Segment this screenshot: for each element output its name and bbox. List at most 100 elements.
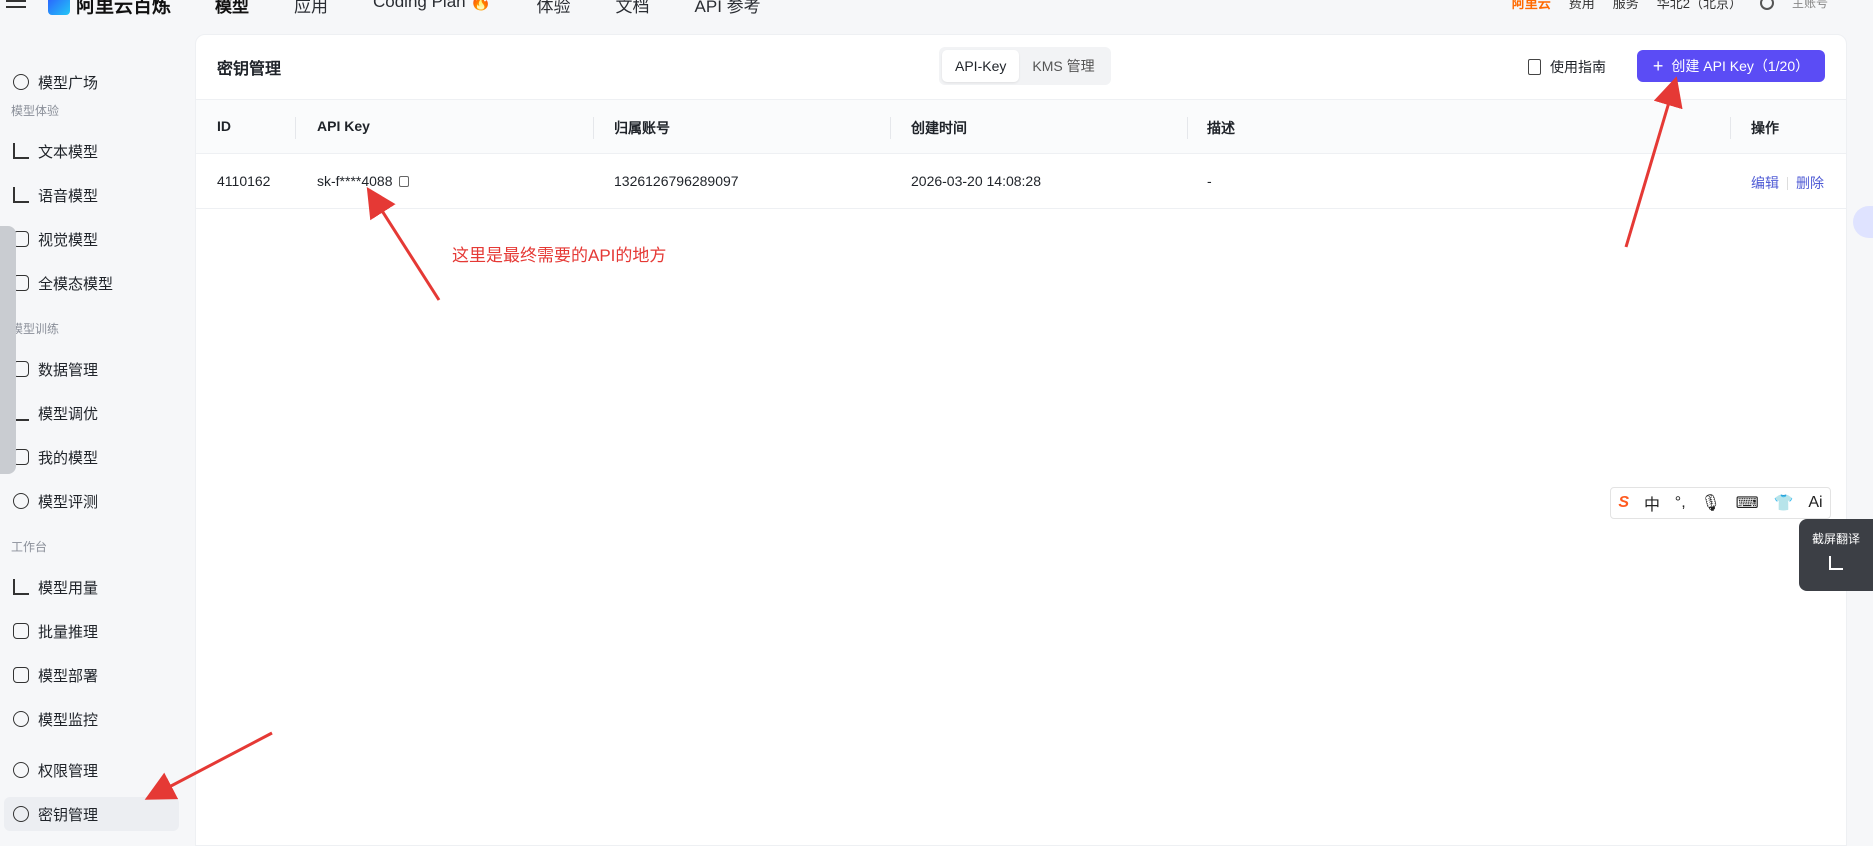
gear-icon[interactable] [1759, 0, 1774, 10]
screenshot-translate-label: 截屏翻译 [1811, 532, 1860, 546]
create-api-key-label: 创建 API Key（1/20） [1671, 58, 1810, 74]
sidebar-item-label: 全模态模型 [38, 275, 114, 293]
sidebar-item-omni-model[interactable]: 全模态模型 [4, 266, 179, 300]
tab-switcher: API-Key KMS 管理 [939, 47, 1111, 85]
key-icon [13, 806, 29, 822]
sidebar-item-deploy[interactable]: 模型部署 [4, 658, 179, 692]
menu-icon[interactable] [6, 0, 26, 8]
sidebar-item-label: 批量推理 [38, 623, 99, 641]
screenshot-translate-widget[interactable]: 截屏翻译 [1799, 519, 1873, 591]
copy-icon[interactable] [398, 176, 409, 187]
sidebar-item-data-management[interactable]: 数据管理 [4, 352, 179, 386]
text-icon [13, 143, 29, 159]
sidebar-item-label: 模型部署 [38, 667, 99, 685]
sidebar-item-label: 视觉模型 [38, 231, 99, 249]
sidebar-item-text-model[interactable]: 文本模型 [4, 134, 179, 168]
main-header: 密钥管理 API-Key KMS 管理 使用指南 + 创建 API Key（1/… [196, 35, 1846, 99]
bar-chart-icon [13, 579, 29, 595]
microphone-icon[interactable]: 🎙 [1700, 493, 1720, 513]
sidebar-item-monitor[interactable]: 模型监控 [4, 702, 179, 736]
document-icon [1528, 59, 1541, 75]
topnav-api-ref[interactable]: API 参考 [695, 0, 761, 17]
keyboard-icon[interactable]: ⌨ [1736, 493, 1759, 513]
sidebar-group-experience: 模型体验 [11, 104, 60, 118]
waveform-icon [13, 187, 29, 203]
col-divider [1187, 117, 1188, 139]
sidebar-item-label: 我的模型 [38, 449, 99, 467]
sidebar-item-label: 文本模型 [38, 143, 99, 161]
sidebar-item-label: 模型评测 [38, 493, 99, 511]
sidebar-item-label: 模型广场 [38, 74, 99, 92]
sidebar-item-evaluation[interactable]: 模型评测 [4, 484, 179, 518]
api-key-value: sk-f****4088 [317, 173, 393, 189]
sidebar-item-usage[interactable]: 模型用量 [4, 570, 179, 604]
col-account: 归属账号 [614, 120, 670, 136]
col-api-key: API Key [317, 118, 370, 134]
braces-icon [13, 623, 29, 639]
cell-id: 4110162 [217, 173, 271, 189]
aliyun-link[interactable]: 阿里云 [1512, 0, 1551, 12]
action-divider [1787, 177, 1788, 190]
sidebar-item-label: 模型用量 [38, 579, 99, 597]
fees-link[interactable]: 费用 [1569, 0, 1595, 12]
sidebar-item-fine-tune[interactable]: 模型调优 [4, 396, 179, 430]
sidebar-item-model-square[interactable]: 模型广场 [4, 65, 179, 99]
sidebar-item-label: 密钥管理 [38, 806, 99, 824]
sogou-logo-icon[interactable]: S [1618, 494, 1629, 512]
plus-icon: + [1652, 56, 1664, 76]
col-divider [1730, 117, 1731, 139]
sidebar: 模型广场 模型体验 文本模型 语音模型 视觉模型 全模态模型 模型训练 数据管理… [0, 28, 195, 846]
region-selector[interactable]: 华北2（北京） [1657, 0, 1742, 12]
col-divider [593, 117, 594, 139]
compass-icon [13, 493, 29, 509]
sidebar-item-label: 模型监控 [38, 711, 99, 729]
col-actions: 操作 [1751, 120, 1779, 136]
topnav-model[interactable]: 模型 [215, 0, 249, 17]
right-edge-widget[interactable] [1853, 206, 1873, 238]
sidebar-item-speech-model[interactable]: 语音模型 [4, 178, 179, 212]
page-title: 密钥管理 [217, 61, 282, 78]
sidebar-group-workbench: 工作台 [11, 540, 48, 554]
service-link[interactable]: 服务 [1613, 0, 1639, 12]
create-api-key-button[interactable]: + 创建 API Key（1/20） [1637, 50, 1825, 82]
brand-name: 阿里云百炼 [76, 0, 172, 17]
sidebar-item-label: 权限管理 [38, 762, 99, 780]
tab-api-key[interactable]: API-Key [942, 50, 1020, 82]
sidebar-item-my-models[interactable]: 我的模型 [4, 440, 179, 474]
sidebar-item-permissions[interactable]: 权限管理 [4, 753, 179, 787]
annotation-text: 这里是最终需要的API的地方 [452, 246, 667, 265]
account-role[interactable]: 主账号 [1792, 0, 1828, 11]
topnav-experience[interactable]: 体验 [537, 0, 571, 17]
sidebar-item-batch[interactable]: 批量推理 [4, 614, 179, 648]
skin-icon[interactable]: 👕 [1774, 493, 1794, 513]
sidebar-item-key-management[interactable]: 密钥管理 [4, 797, 179, 831]
model-square-icon [13, 74, 29, 90]
col-divider [890, 117, 891, 139]
brand[interactable]: 阿里云百炼 [48, 0, 171, 18]
table-row: 4110162 sk-f****4088 1326126796289097 20… [196, 154, 1846, 209]
topnav-app[interactable]: 应用 [294, 0, 328, 17]
edit-link[interactable]: 编辑 [1751, 175, 1779, 191]
guide-label: 使用指南 [1550, 59, 1606, 75]
col-description: 描述 [1207, 120, 1235, 136]
main-panel: 密钥管理 API-Key KMS 管理 使用指南 + 创建 API Key（1/… [195, 34, 1847, 846]
topnav-docs[interactable]: 文档 [616, 0, 650, 17]
crop-icon [1829, 556, 1843, 570]
ime-punctuation[interactable]: °, [1675, 494, 1686, 512]
col-divider [295, 117, 296, 139]
guide-link[interactable]: 使用指南 [1528, 57, 1606, 77]
ime-toolbar: S 中 °, 🎙 ⌨ 👕 Ai [1610, 487, 1831, 519]
top-bar: 阿里云百炼 模型 应用 Coding Plan 🔥 体验 文档 API 参考 阿… [0, 0, 1873, 28]
floating-toolbar-left[interactable] [0, 226, 16, 474]
user-icon [13, 762, 29, 778]
tab-kms[interactable]: KMS 管理 [1019, 50, 1107, 82]
delete-link[interactable]: 删除 [1796, 175, 1824, 191]
ime-chinese-mode[interactable]: 中 [1644, 491, 1660, 515]
topnav-coding-plan[interactable]: Coding Plan 🔥 [373, 0, 492, 17]
sidebar-item-label: 数据管理 [38, 361, 99, 379]
brand-logo-icon [48, 0, 70, 15]
sidebar-item-vision-model[interactable]: 视觉模型 [4, 222, 179, 256]
pie-icon [13, 711, 29, 727]
sidebar-item-label: 模型调优 [38, 405, 99, 423]
ai-icon[interactable]: Ai [1808, 494, 1822, 512]
